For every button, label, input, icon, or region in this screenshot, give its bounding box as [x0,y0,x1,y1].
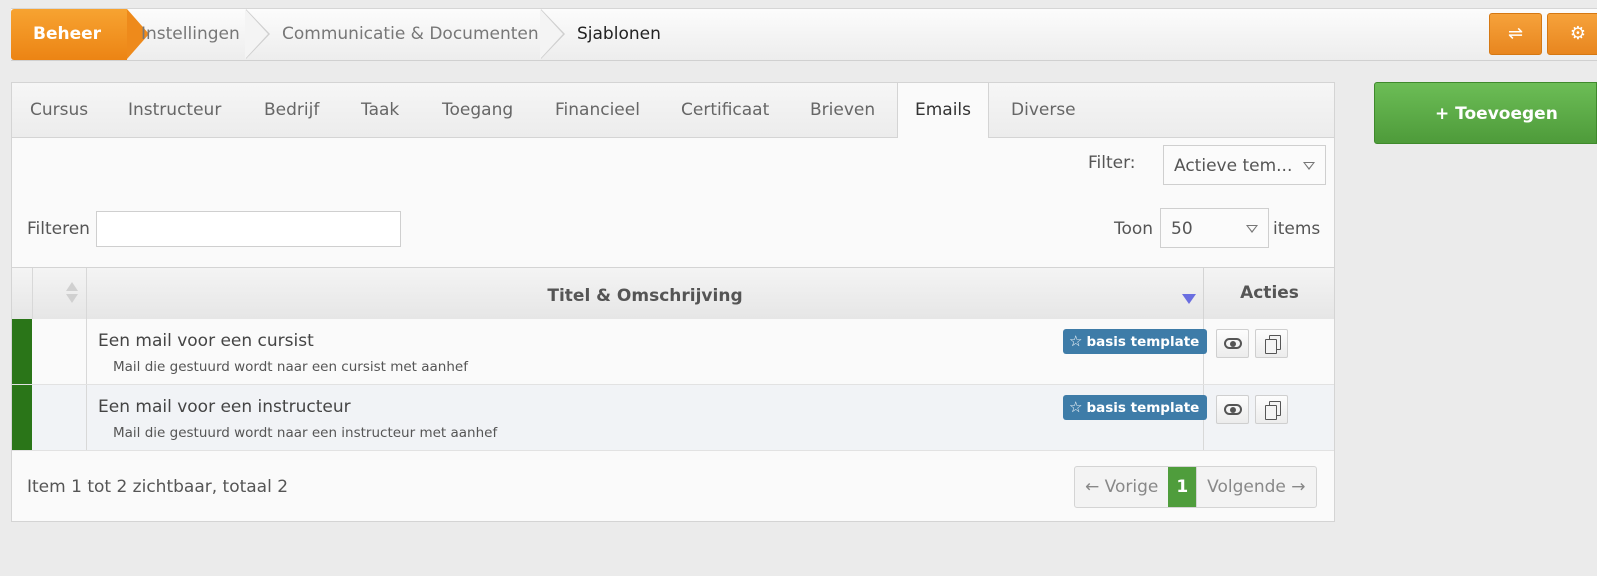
tab-instructeur[interactable]: Instructeur [128,83,221,137]
tab-toegang[interactable]: Toegang [442,83,513,137]
column-divider [86,385,87,450]
pagesize-select[interactable]: 50 [1160,208,1269,248]
breadcrumb-communicatie[interactable]: Communicatie & Documenten [282,9,539,60]
tab-diverse[interactable]: Diverse [1011,83,1076,137]
tab-taak[interactable]: Taak [361,83,399,137]
status-indicator [12,385,32,450]
signpost-icon: ⇌ [1507,23,1524,44]
basis-template-badge: ☆ basis template [1063,395,1208,420]
pagesize-label-after: items [1273,219,1321,239]
column-divider [86,319,87,384]
star-icon: ☆ [1069,332,1083,350]
pagination-page-current[interactable]: 1 [1168,467,1197,507]
basis-template-badge: ☆ basis template [1063,329,1208,354]
copy-button[interactable] [1255,395,1288,424]
breadcrumb: Beheer Instellingen Communicatie & Docum… [11,8,1597,61]
pagination: ← Vorige 1 Volgende → [1074,466,1317,508]
column-header-actions: Acties [1203,268,1335,319]
row-title[interactable]: Een mail voor een instructeur [98,397,351,417]
signpost-button[interactable]: ⇌ [1489,13,1542,55]
search-input[interactable] [96,211,401,247]
pagesize-label-before: Toon [1114,219,1154,239]
templates-panel: Cursus Instructeur Bedrijf Taak Toegang … [11,82,1335,522]
status-indicator [12,319,32,384]
eye-icon [1224,404,1242,415]
breadcrumb-sjablonen: Sjablonen [577,24,661,44]
table-header: Titel & Omschrijving Acties [12,267,1334,320]
more-button[interactable]: ⚙ [1547,13,1597,55]
tab-financieel[interactable]: Financieel [555,83,640,137]
pagination-prev[interactable]: ← Vorige [1075,467,1168,507]
preview-button[interactable] [1216,329,1249,358]
row-title[interactable]: Een mail voor een cursist [98,331,314,351]
breadcrumb-separator [540,9,567,60]
breadcrumb-beheer[interactable]: Beheer [11,9,149,60]
row-description: Mail die gestuurd wordt naar een cursist… [113,359,468,375]
column-header-title[interactable]: Titel & Omschrijving [87,268,1203,319]
table-row[interactable]: Een mail voor een instructeur Mail die g… [12,385,1334,451]
column-divider [32,268,33,319]
table-row[interactable]: Een mail voor een cursist Mail die gestu… [12,319,1334,385]
tab-brieven[interactable]: Brieven [810,83,875,137]
star-icon: ☆ [1069,398,1083,416]
tab-certificaat[interactable]: Certificaat [681,83,769,137]
tab-bedrijf[interactable]: Bedrijf [264,83,319,137]
filter-select-value: Actieve tem... [1174,156,1293,176]
add-template-button[interactable]: + Toevoegen [1374,82,1597,144]
search-label: Filteren [27,219,90,239]
pagesize-value: 50 [1171,219,1193,239]
breadcrumb-instellingen[interactable]: Instellingen [141,9,240,60]
sort-icon[interactable] [66,282,78,306]
tab-cursus[interactable]: Cursus [30,83,88,137]
category-tabs: Cursus Instructeur Bedrijf Taak Toegang … [12,83,1334,138]
chevron-down-icon [1303,162,1315,170]
preview-button[interactable] [1216,395,1249,424]
filter-select[interactable]: Actieve tem... [1163,145,1326,185]
filter-label: Filter: [1088,153,1136,173]
tab-emails[interactable]: Emails [897,83,989,138]
copy-button[interactable] [1255,329,1288,358]
badge-label: basis template [1086,400,1200,416]
pagination-next[interactable]: Volgende → [1196,467,1315,507]
sort-desc-icon[interactable] [1182,294,1196,304]
breadcrumb-separator [245,9,272,60]
row-description: Mail die gestuurd wordt naar een instruc… [113,425,498,441]
more-icon: ⚙ [1569,23,1587,44]
badge-label: basis template [1086,334,1200,350]
items-summary: Item 1 tot 2 zichtbaar, totaal 2 [27,477,289,497]
eye-icon [1224,338,1242,349]
chevron-down-icon [1246,225,1258,233]
